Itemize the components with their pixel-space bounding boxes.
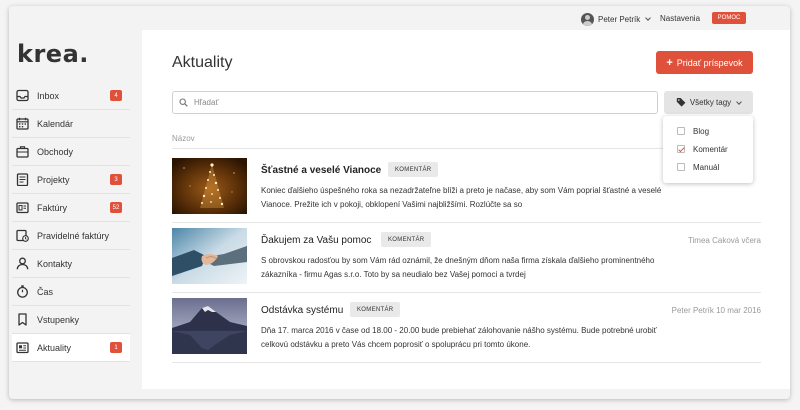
count-badge: 52 xyxy=(110,202,122,213)
sidebar-item-label: Inbox xyxy=(37,90,60,101)
page-title: Aktuality xyxy=(172,54,233,71)
user-name: Peter Petrík xyxy=(598,14,641,24)
count-badge: 1 xyxy=(110,342,122,353)
sidebar-item-label: Faktúry xyxy=(37,202,68,213)
tag-option-label: Manuál xyxy=(693,162,720,172)
sidebar-item-tickets[interactable]: Vstupenky xyxy=(12,306,130,334)
tag-option-blog[interactable]: Blog xyxy=(663,122,753,140)
checkbox[interactable] xyxy=(677,127,685,135)
post-title[interactable]: Ďakujem za Vašu pomoc xyxy=(261,235,371,246)
main-content: Aktuality + Pridať príspevok Všetky tagy… xyxy=(142,30,790,389)
sidebar-item-recurring-invoices[interactable]: Pravidelné faktúry xyxy=(12,222,130,250)
add-post-label: Pridať príspevok xyxy=(676,57,743,68)
post-thumbnail-mountain xyxy=(172,298,247,354)
recurring-invoice-icon xyxy=(16,229,29,242)
tag-option-label: Blog xyxy=(693,126,710,136)
plus-icon: + xyxy=(666,56,673,69)
sidebar-item-label: Kalendár xyxy=(37,118,74,129)
settings-link[interactable]: Nastavenia xyxy=(660,14,700,23)
sidebar-item-label: Projekty xyxy=(37,174,70,185)
invoice-icon xyxy=(16,201,29,214)
sidebar: krea. Inbox 4 Kalendár Obchody Projekty … xyxy=(9,30,142,399)
stopwatch-icon xyxy=(16,285,29,298)
sidebar-item-label: Čas xyxy=(37,286,54,297)
tag-icon xyxy=(676,97,686,109)
post-excerpt: Dňa 17. marca 2016 v čase od 18.00 - 20.… xyxy=(261,326,657,349)
sidebar-nav: Inbox 4 Kalendár Obchody Projekty 3 Fakt… xyxy=(9,82,142,362)
post-thumbnail-handshake xyxy=(172,228,247,284)
briefcase-icon xyxy=(16,145,29,158)
search-box xyxy=(172,91,658,114)
checkbox-checked[interactable] xyxy=(677,145,685,153)
checkbox[interactable] xyxy=(677,163,685,171)
list-item[interactable]: Ďakujem za Vašu pomoc KOMENTÁR Timea Cak… xyxy=(172,223,761,293)
sidebar-item-invoices[interactable]: Faktúry 52 xyxy=(12,194,130,222)
post-thumbnail-christmas xyxy=(172,158,247,214)
contact-icon xyxy=(16,257,29,270)
user-menu[interactable]: Peter Petrík xyxy=(581,11,652,27)
post-excerpt: S obrovskou radosťou by som Vám rád ozná… xyxy=(261,256,655,279)
sidebar-item-label: Pravidelné faktúry xyxy=(37,230,110,241)
avatar xyxy=(581,12,594,26)
sidebar-item-inbox[interactable]: Inbox 4 xyxy=(12,82,130,110)
sidebar-item-label: Vstupenky xyxy=(37,314,80,325)
tags-dropdown: Blog Komentár Manuál xyxy=(663,116,753,183)
tag-badge: KOMENTÁR xyxy=(350,302,401,317)
column-header-title: Názov xyxy=(172,134,195,143)
sidebar-item-label: Kontakty xyxy=(37,258,73,269)
count-badge: 4 xyxy=(110,90,122,101)
count-badge: 3 xyxy=(110,174,122,185)
help-button[interactable]: POMOC xyxy=(712,12,746,24)
post-title[interactable]: Šťastné a veselé Vianoce xyxy=(261,165,381,176)
sidebar-item-projects[interactable]: Projekty 3 xyxy=(12,166,130,194)
news-icon xyxy=(16,341,29,354)
sidebar-item-news[interactable]: Aktuality 1 xyxy=(12,334,130,362)
search-icon xyxy=(179,94,188,112)
chevron-down-icon xyxy=(736,98,743,105)
tag-badge: KOMENTÁR xyxy=(388,162,439,177)
sidebar-item-contacts[interactable]: Kontakty xyxy=(12,250,130,278)
sidebar-item-label: Obchody xyxy=(37,146,74,157)
tag-badge: KOMENTÁR xyxy=(381,232,432,247)
tag-option-comment[interactable]: Komentár xyxy=(663,140,753,158)
search-input[interactable] xyxy=(194,98,634,107)
sidebar-item-calendar[interactable]: Kalendár xyxy=(12,110,130,138)
add-post-button[interactable]: + Pridať príspevok xyxy=(656,51,753,74)
tag-option-manual[interactable]: Manuál xyxy=(663,158,753,176)
app-window: Peter Petrík Nastavenia POMOC krea. Inbo… xyxy=(9,6,790,399)
sidebar-item-deals[interactable]: Obchody xyxy=(12,138,130,166)
tag-option-label: Komentár xyxy=(693,144,728,154)
sidebar-item-label: Aktuality xyxy=(37,342,72,353)
list-item[interactable]: Odstávka systému KOMENTÁR Peter Petrík 1… xyxy=(172,293,761,363)
sidebar-item-time[interactable]: Čas xyxy=(12,278,130,306)
projects-icon xyxy=(16,173,29,186)
chevron-down-icon xyxy=(645,15,652,21)
post-title[interactable]: Odstávka systému xyxy=(261,305,343,316)
tags-filter-button[interactable]: Všetky tagy xyxy=(664,91,753,114)
top-bar: Peter Petrík Nastavenia POMOC xyxy=(9,6,790,30)
inbox-icon xyxy=(16,89,29,102)
logo: krea. xyxy=(17,40,89,68)
tags-filter-label: Všetky tagy xyxy=(689,98,732,107)
calendar-icon xyxy=(16,117,29,130)
ticket-icon xyxy=(16,313,29,326)
post-excerpt: Koniec ďalšieho úspešného roka sa nezadr… xyxy=(261,186,662,209)
post-meta: Peter Petrík 10 mar 2016 xyxy=(671,306,761,315)
post-meta: Timea Caková včera xyxy=(687,236,761,245)
